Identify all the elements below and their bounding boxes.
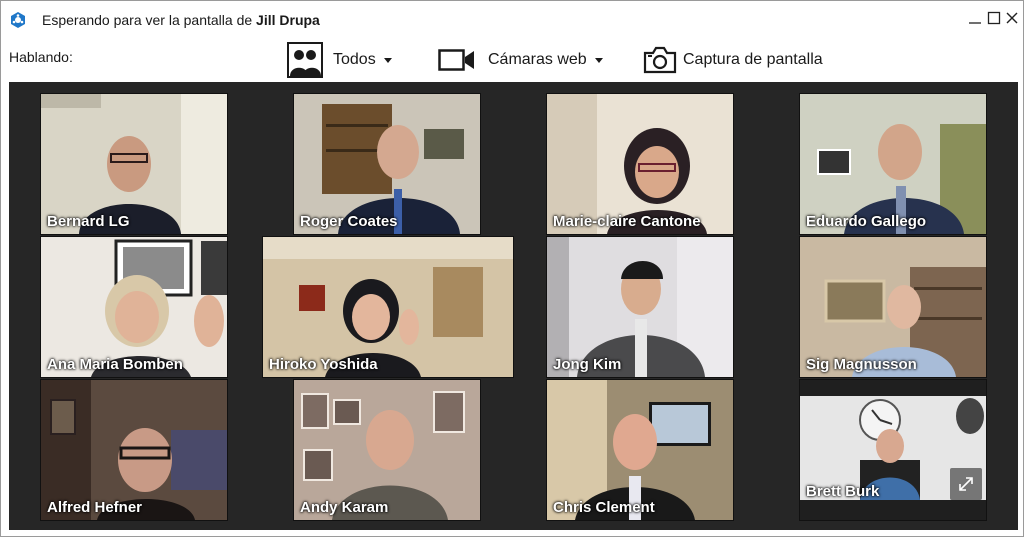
participant-name: Roger Coates bbox=[300, 213, 398, 230]
participant-tile-alfred-hefner[interactable]: Alfred Hefner bbox=[40, 379, 228, 521]
meeting-window: Esperando para ver la pantalla de Jill D… bbox=[0, 0, 1024, 537]
window-title: Esperando para ver la pantalla de Jill D… bbox=[42, 12, 320, 28]
participant-tile-brett-burk[interactable]: Brett Burk bbox=[799, 379, 987, 521]
everyone-label: Todos bbox=[333, 51, 376, 68]
screenshot-label: Captura de pantalla bbox=[683, 51, 823, 68]
participant-name: Jong Kim bbox=[553, 356, 622, 373]
maximize-icon[interactable] bbox=[987, 11, 1001, 25]
video-gallery: Bernard LG Roger Coates Marie-claire Can… bbox=[9, 82, 1018, 530]
participant-name: Eduardo Gallego bbox=[806, 213, 927, 230]
title-bar: Esperando para ver la pantalla de Jill D… bbox=[1, 1, 1023, 39]
everyone-dropdown[interactable]: Todos bbox=[287, 39, 392, 81]
participant-tile-roger-coates[interactable]: Roger Coates bbox=[293, 93, 481, 235]
screenshot-button[interactable]: Captura de pantalla bbox=[643, 39, 823, 81]
participant-tile-andy-karam[interactable]: Andy Karam bbox=[293, 379, 481, 521]
presenter-name: Jill Drupa bbox=[256, 12, 320, 28]
app-logo-icon bbox=[11, 12, 25, 28]
participant-name: Hiroko Yoshida bbox=[269, 356, 378, 373]
participant-name: Alfred Hefner bbox=[47, 499, 143, 516]
participant-name: Ana Maria Bomben bbox=[47, 356, 183, 373]
title-prefix: Esperando para ver la pantalla de bbox=[42, 12, 257, 28]
webcams-label: Cámaras web bbox=[488, 51, 587, 68]
participant-name: Sig Magnusson bbox=[806, 356, 917, 373]
webcams-dropdown[interactable]: Cámaras web bbox=[438, 39, 603, 81]
toolbar: Hablando: Todos Cámaras web Captura de p… bbox=[1, 39, 1023, 81]
participant-name: Chris Clement bbox=[553, 499, 655, 516]
chevron-down-icon bbox=[383, 57, 392, 63]
participant-tile-marie-claire-cantone[interactable]: Marie-claire Cantone bbox=[546, 93, 734, 235]
participant-tile-bernard-lg[interactable]: Bernard LG bbox=[40, 93, 228, 235]
participant-tile-ana-maria-bomben[interactable]: Ana Maria Bomben bbox=[40, 236, 228, 378]
participant-name: Brett Burk bbox=[806, 483, 880, 500]
close-icon[interactable] bbox=[1005, 11, 1019, 25]
participant-tile-jong-kim[interactable]: Jong Kim bbox=[546, 236, 734, 378]
participant-name: Marie-claire Cantone bbox=[553, 213, 701, 230]
participant-tile-chris-clement[interactable]: Chris Clement bbox=[546, 379, 734, 521]
participant-tile-sig-magnusson[interactable]: Sig Magnusson bbox=[799, 236, 987, 378]
minimize-icon[interactable] bbox=[968, 11, 982, 25]
participant-tile-eduardo-gallego[interactable]: Eduardo Gallego bbox=[799, 93, 987, 235]
people-icon bbox=[287, 42, 323, 78]
webcam-icon bbox=[438, 49, 474, 71]
speaking-label: Hablando: bbox=[9, 49, 73, 65]
participant-tile-hiroko-yoshida[interactable]: Hiroko Yoshida bbox=[262, 236, 514, 378]
expand-button[interactable] bbox=[950, 468, 982, 500]
camera-icon bbox=[643, 46, 677, 74]
expand-icon bbox=[959, 477, 973, 491]
participant-name: Andy Karam bbox=[300, 499, 389, 516]
chevron-down-icon bbox=[594, 57, 603, 63]
participant-name: Bernard LG bbox=[47, 213, 130, 230]
